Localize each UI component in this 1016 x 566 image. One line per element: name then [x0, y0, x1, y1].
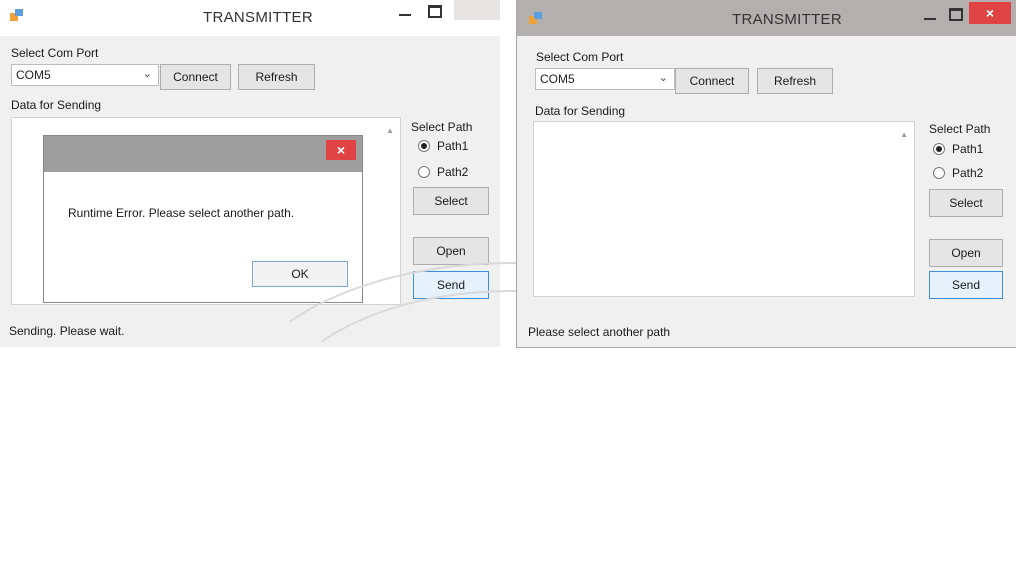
- com-port-value: COM5: [16, 68, 51, 82]
- dialog-message: Runtime Error. Please select another pat…: [68, 206, 295, 220]
- select-button[interactable]: Select: [929, 189, 1003, 217]
- path1-label: Path1: [437, 139, 469, 153]
- dialog-close-button[interactable]: ×: [326, 140, 356, 160]
- open-button[interactable]: Open: [929, 239, 1003, 267]
- path2-label: Path2: [437, 165, 469, 179]
- scroll-up-icon[interactable]: ▲: [900, 130, 908, 139]
- close-icon: ×: [985, 5, 995, 21]
- error-dialog: × Runtime Error. Please select another p…: [44, 136, 362, 302]
- minimize-icon: [924, 18, 936, 20]
- app-icon: [529, 12, 543, 25]
- refresh-button[interactable]: Refresh: [238, 64, 315, 90]
- dialog-title-bar[interactable]: ×: [44, 136, 362, 172]
- window-title: TRANSMITTER: [732, 11, 842, 28]
- com-port-label: Select Com Port: [536, 50, 624, 64]
- data-textarea[interactable]: ▲: [533, 121, 915, 297]
- maximize-button[interactable]: [424, 0, 446, 22]
- path1-radio[interactable]: [933, 143, 945, 155]
- minimize-icon: [399, 14, 411, 16]
- open-button[interactable]: Open: [413, 237, 489, 265]
- title-bar[interactable]: TRANSMITTER: [0, 0, 500, 36]
- minimize-button[interactable]: [394, 0, 416, 22]
- chevron-down-icon: ⌄: [142, 68, 152, 80]
- window-title: TRANSMITTER: [203, 9, 313, 26]
- connect-button[interactable]: Connect: [675, 68, 749, 94]
- data-for-sending-label: Data for Sending: [535, 104, 626, 118]
- chevron-down-icon: ⌄: [658, 72, 668, 84]
- com-port-value: COM5: [540, 72, 575, 86]
- scroll-up-icon[interactable]: ▲: [386, 126, 394, 135]
- path2-label: Path2: [952, 166, 984, 180]
- ok-button[interactable]: OK: [252, 261, 348, 287]
- path1-radio[interactable]: [418, 140, 430, 152]
- close-button-disabled[interactable]: [454, 0, 500, 20]
- status-text: Sending. Please wait.: [9, 324, 125, 338]
- minimize-button[interactable]: [919, 0, 941, 22]
- close-button[interactable]: ×: [969, 2, 1011, 24]
- connect-button[interactable]: Connect: [160, 64, 231, 90]
- app-icon: [10, 9, 24, 22]
- path2-radio[interactable]: [933, 167, 945, 179]
- select-path-label: Select Path: [929, 122, 991, 136]
- com-port-select[interactable]: COM5 ⌄: [11, 64, 159, 86]
- com-port-label: Select Com Port: [11, 46, 99, 60]
- maximize-button[interactable]: [945, 0, 967, 22]
- path2-radio[interactable]: [418, 166, 430, 178]
- maximize-icon: [949, 8, 963, 21]
- data-for-sending-label: Data for Sending: [11, 98, 102, 112]
- path1-label: Path1: [952, 142, 984, 156]
- refresh-button[interactable]: Refresh: [757, 68, 833, 94]
- com-port-select[interactable]: COM5 ⌄: [535, 68, 675, 90]
- transmitter-window-right: TRANSMITTER × Select Com Port COM5 ⌄ Con…: [517, 0, 1016, 347]
- status-text: Please select another path: [528, 325, 671, 339]
- send-button[interactable]: Send: [929, 271, 1003, 299]
- title-bar[interactable]: TRANSMITTER ×: [517, 0, 1016, 36]
- select-button[interactable]: Select: [413, 187, 489, 215]
- select-path-label: Select Path: [411, 120, 473, 134]
- maximize-icon: [428, 5, 442, 18]
- close-icon: ×: [336, 142, 346, 158]
